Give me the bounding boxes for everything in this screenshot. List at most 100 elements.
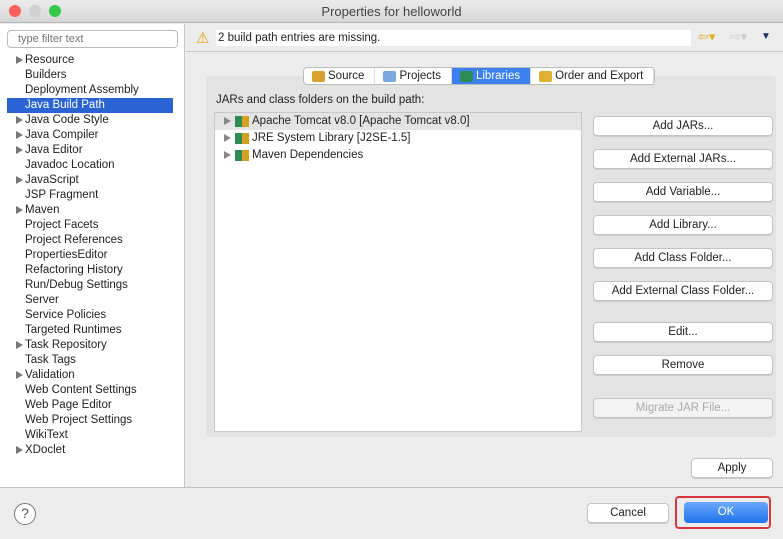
sidebar-item[interactable]: Java Compiler <box>7 128 173 143</box>
sidebar-item[interactable]: Web Page Editor <box>7 398 173 413</box>
menu-icon[interactable]: ▼ <box>761 31 771 42</box>
expand-arrow-icon[interactable] <box>16 341 23 349</box>
sidebar-item-label: Java Build Path <box>25 99 105 111</box>
sidebar-item[interactable]: PropertiesEditor <box>7 248 173 263</box>
sidebar-item-label: WikiText <box>25 429 68 441</box>
expand-arrow-icon[interactable] <box>16 206 23 214</box>
cancel-button[interactable]: Cancel <box>587 503 669 523</box>
library-icon <box>459 70 473 82</box>
sidebar-item-label: XDoclet <box>25 444 66 456</box>
sidebar-item-label: Project Facets <box>25 219 99 231</box>
expand-arrow-icon[interactable] <box>224 151 231 159</box>
expand-arrow-icon[interactable] <box>16 446 23 454</box>
sidebar-item[interactable]: Javadoc Location <box>7 158 173 173</box>
sidebar-item[interactable]: JSP Fragment <box>7 188 173 203</box>
sidebar-item[interactable]: Task Tags <box>7 353 173 368</box>
sidebar-item-label: Service Policies <box>25 309 107 321</box>
sidebar-item-label: PropertiesEditor <box>25 249 108 261</box>
entry-label: JRE System Library [J2SE-1.5] <box>252 132 411 144</box>
add-external-class-folder-button[interactable]: Add External Class Folder... <box>593 281 773 301</box>
back-icon[interactable]: ⇦▾ <box>698 29 715 45</box>
sidebar-item[interactable]: Maven <box>7 203 173 218</box>
sidebar-item[interactable]: Project Facets <box>7 218 173 233</box>
sidebar: Resource Builders Deployment Assembly Java … <box>0 24 185 487</box>
help-icon[interactable]: ? <box>14 503 36 525</box>
sidebar-item-label: Web Page Editor <box>25 399 112 411</box>
message-text: 2 build path entries are missing. <box>216 30 691 46</box>
add-library-button[interactable]: Add Library... <box>593 215 773 235</box>
expand-arrow-icon[interactable] <box>224 134 231 142</box>
sidebar-item-label: Server <box>25 294 59 306</box>
ok-button[interactable]: OK <box>684 502 768 523</box>
sidebar-item[interactable]: Project References <box>7 233 173 248</box>
tab-source[interactable]: Source <box>304 68 376 84</box>
expand-arrow-icon[interactable] <box>16 56 23 64</box>
sidebar-item-label: Task Repository <box>25 339 107 351</box>
expand-arrow-icon[interactable] <box>16 116 23 124</box>
expand-arrow-icon[interactable] <box>224 117 231 125</box>
sidebar-item-label: Web Content Settings <box>25 384 137 396</box>
sidebar-item[interactable]: Java Editor <box>7 143 173 158</box>
sidebar-item[interactable]: Run/Debug Settings <box>7 278 173 293</box>
sidebar-item[interactable]: Web Project Settings <box>7 413 173 428</box>
sidebar-item[interactable]: Java Build Path <box>7 98 173 113</box>
warning-icon: ⚠ <box>196 30 210 47</box>
minimize-button[interactable] <box>29 5 41 17</box>
sidebar-item[interactable]: Builders <box>7 68 173 83</box>
zoom-button[interactable] <box>49 5 61 17</box>
sidebar-item[interactable]: Refactoring History <box>7 263 173 278</box>
tab-label: Source <box>328 70 365 82</box>
tab-projects[interactable]: Projects <box>375 68 452 84</box>
sidebar-item[interactable]: Server <box>7 293 173 308</box>
sidebar-item-label: Javadoc Location <box>25 159 115 171</box>
forward-icon[interactable]: ⇨▾ <box>730 29 747 45</box>
sidebar-item-label: Targeted Runtimes <box>25 324 122 336</box>
sidebar-item[interactable]: XDoclet <box>7 443 173 458</box>
library-icon <box>235 133 249 144</box>
library-icon <box>235 150 249 161</box>
edit-button[interactable]: Edit... <box>593 322 773 342</box>
expand-arrow-icon[interactable] <box>16 176 23 184</box>
tab-order-and-export[interactable]: Order and Export <box>531 68 655 84</box>
sidebar-item-label: Project References <box>25 234 123 246</box>
remove-button[interactable]: Remove <box>593 355 773 375</box>
tree-row[interactable]: Maven Dependencies <box>215 147 581 164</box>
sidebar-item[interactable]: Deployment Assembly <box>7 83 173 98</box>
sidebar-item-label: Web Project Settings <box>25 414 133 426</box>
sidebar-item-label: Java Editor <box>25 144 83 156</box>
source-folder-icon <box>312 70 325 82</box>
close-button[interactable] <box>9 5 21 17</box>
sidebar-item[interactable]: Web Content Settings <box>7 383 173 398</box>
sidebar-item[interactable]: Task Repository <box>7 338 173 353</box>
tab-label: Order and Export <box>555 70 644 82</box>
add-external-jars-button[interactable]: Add External JARs... <box>593 149 773 169</box>
sidebar-item[interactable]: Targeted Runtimes <box>7 323 173 338</box>
entry-label: Apache Tomcat v8.0 [Apache Tomcat v8.0] <box>252 115 470 127</box>
expand-arrow-icon[interactable] <box>16 131 23 139</box>
add-variable-button[interactable]: Add Variable... <box>593 182 773 202</box>
add-class-folder-button[interactable]: Add Class Folder... <box>593 248 773 268</box>
sidebar-item[interactable]: WikiText <box>7 428 173 443</box>
title-bar: Properties for helloworld <box>0 0 783 23</box>
window-title: Properties for helloworld <box>321 4 462 19</box>
tree-row[interactable]: Apache Tomcat v8.0 [Apache Tomcat v8.0] <box>215 113 581 130</box>
message-bar: ⚠ 2 build path entries are missing. ⇦▾ ⇨… <box>186 24 783 52</box>
expand-arrow-icon[interactable] <box>16 146 23 154</box>
add-jars-button[interactable]: Add JARs... <box>593 116 773 136</box>
sidebar-item[interactable]: JavaScript <box>7 173 173 188</box>
tree-row[interactable]: JRE System Library [J2SE-1.5] <box>215 130 581 147</box>
list-label: JARs and class folders on the build path… <box>216 94 425 106</box>
order-icon <box>539 70 553 82</box>
sidebar-item[interactable]: Resource <box>7 53 173 68</box>
sidebar-item[interactable]: Java Code Style <box>7 113 173 128</box>
sidebar-item[interactable]: Validation <box>7 368 173 383</box>
filter-input[interactable] <box>7 30 178 48</box>
tab-libraries[interactable]: Libraries <box>451 68 532 84</box>
entry-label: Maven Dependencies <box>252 149 364 161</box>
sidebar-item-label: JavaScript <box>25 174 79 186</box>
build-path-tree[interactable]: Apache Tomcat v8.0 [Apache Tomcat v8.0] J… <box>214 112 582 432</box>
expand-arrow-icon[interactable] <box>16 371 23 379</box>
apply-button[interactable]: Apply <box>691 458 773 478</box>
sidebar-item-label: Run/Debug Settings <box>25 279 128 291</box>
sidebar-item[interactable]: Service Policies <box>7 308 173 323</box>
